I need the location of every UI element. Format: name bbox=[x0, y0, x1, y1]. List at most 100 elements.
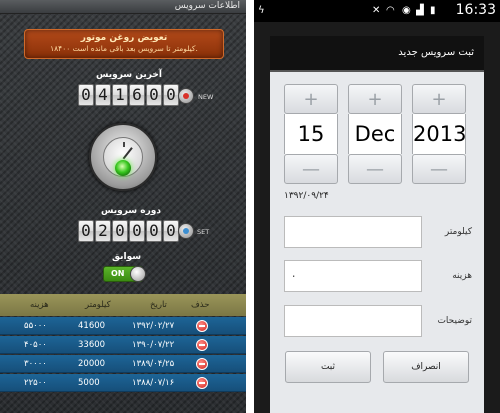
odometer-digit: 0 bbox=[163, 220, 179, 242]
km-label: کیلومتر bbox=[444, 227, 472, 237]
gauge-tick bbox=[123, 142, 125, 147]
day-value[interactable]: 15 bbox=[284, 114, 338, 154]
odometer-digit: 0 bbox=[78, 220, 94, 242]
col-date: تاریخ bbox=[150, 300, 167, 310]
service-info-screen: اطلاعات سرویس تعویض روغن موتور ۱۸۴۰۰ کیل… bbox=[0, 0, 246, 413]
minus-icon: — bbox=[302, 159, 320, 180]
odometer-digit: 0 bbox=[163, 84, 179, 106]
notes-field[interactable] bbox=[284, 305, 422, 337]
new-service-dialog: + 15 — + Dec — + 2013 — ۱۳۹۲/۰۹/۲۴ کیلوم… bbox=[270, 72, 484, 413]
plus-icon: + bbox=[431, 89, 447, 110]
dnd-icon: ◉ bbox=[402, 5, 411, 16]
signal-icon: ▟ bbox=[416, 5, 424, 16]
notes-label: توضیحات bbox=[437, 316, 472, 326]
warning-text: ۱۸۴۰۰ کیلومتر تا سرویس بعد باقی مانده اس… bbox=[50, 44, 198, 53]
cost-label: هزینه bbox=[452, 271, 472, 281]
new-service-button[interactable] bbox=[178, 88, 194, 104]
km-field[interactable] bbox=[284, 216, 422, 248]
col-km: کیلومتر bbox=[85, 300, 111, 310]
wifi-icon: ◠ bbox=[386, 5, 395, 16]
service-gauge bbox=[89, 123, 157, 191]
save-button[interactable]: ثبت bbox=[285, 351, 371, 383]
battery-icon: ▮ bbox=[430, 5, 436, 16]
row-cost: ۴۰۵۰۰ bbox=[24, 339, 47, 350]
status-led-icon bbox=[115, 160, 131, 176]
plus-icon: + bbox=[303, 89, 319, 110]
service-warning-panel: تعویض روغن موتور ۱۸۴۰۰ کیلومتر تا سرویس … bbox=[24, 29, 224, 59]
odometer-digit: 1 bbox=[112, 84, 128, 106]
odometer-digit: 4 bbox=[95, 84, 111, 106]
col-cost: هزینه bbox=[30, 300, 49, 310]
odometer-digit: 0 bbox=[112, 220, 128, 242]
row-km: 41600 bbox=[78, 320, 106, 331]
row-date: ۱۳۸۸/۰۷/۱۶ bbox=[132, 377, 175, 388]
minus-icon: — bbox=[366, 159, 384, 180]
month-picker: + Dec — bbox=[348, 84, 402, 184]
delete-row-icon[interactable] bbox=[196, 358, 208, 370]
last-service-odometer[interactable]: 041600 bbox=[78, 84, 179, 106]
usb-icon: ϟ bbox=[258, 5, 265, 16]
minus-icon: — bbox=[430, 159, 448, 180]
toggle-state: ON bbox=[111, 269, 125, 278]
dialog-title-bar: ثبت سرویس جدید bbox=[270, 36, 484, 72]
silent-icon: ✕ bbox=[372, 5, 381, 16]
service-period-label: دوره سرویس bbox=[101, 206, 161, 216]
notes-input[interactable] bbox=[285, 306, 421, 336]
row-date: ۱۳۹۲/۰۲/۲۷ bbox=[132, 320, 175, 331]
gauge-needle bbox=[122, 147, 133, 160]
delete-row-icon[interactable] bbox=[196, 320, 208, 332]
row-cost: ۵۵۰۰۰ bbox=[24, 320, 47, 331]
year-decrement-button[interactable]: — bbox=[412, 154, 466, 184]
service-period-odometer[interactable]: 020000 bbox=[78, 220, 179, 242]
odometer-digit: 2 bbox=[95, 220, 111, 242]
toggle-knob-icon[interactable] bbox=[130, 266, 146, 282]
delete-row-icon[interactable] bbox=[196, 377, 208, 389]
title-bar: اطلاعات سرویس bbox=[0, 0, 246, 14]
year-picker: + 2013 — bbox=[412, 84, 466, 184]
status-bar: ϟ ✕ ◠ ◉ ▟ ▮ 16:33 bbox=[254, 0, 500, 22]
cost-field[interactable] bbox=[284, 260, 422, 292]
cancel-button[interactable]: انصراف bbox=[383, 351, 469, 383]
hijri-date: ۱۳۹۲/۰۹/۲۴ bbox=[284, 191, 329, 201]
dialog-title: ثبت سرویس جدید bbox=[398, 47, 474, 58]
row-date: ۱۳۸۹/۰۴/۲۵ bbox=[132, 358, 175, 369]
delete-row-icon[interactable] bbox=[196, 339, 208, 351]
month-increment-button[interactable]: + bbox=[348, 84, 402, 114]
history-toggle[interactable]: ON bbox=[103, 266, 146, 282]
row-cost: ۳۰۰۰۰ bbox=[24, 358, 47, 369]
table-row[interactable]: ۱۳۹۰/۰۷/۲۲ 33600 ۴۰۵۰۰ bbox=[0, 336, 246, 354]
km-input[interactable] bbox=[285, 217, 421, 247]
table-row[interactable]: ۱۳۸۹/۰۴/۲۵ 20000 ۳۰۰۰۰ bbox=[0, 355, 246, 373]
table-row[interactable]: ۱۳۸۸/۰۷/۱۶ 5000 ۲۲۵۰۰ bbox=[0, 374, 246, 392]
col-delete: حذف bbox=[191, 300, 210, 310]
cost-input[interactable] bbox=[285, 261, 421, 291]
odometer-digit: 0 bbox=[78, 84, 94, 106]
odometer-digit: 6 bbox=[129, 84, 145, 106]
day-decrement-button[interactable]: — bbox=[284, 154, 338, 184]
new-button-label: NEW bbox=[198, 93, 214, 101]
row-cost: ۲۲۵۰۰ bbox=[24, 377, 47, 388]
odometer-digit: 0 bbox=[146, 84, 162, 106]
table-row[interactable]: ۱۳۹۲/۰۲/۲۷ 41600 ۵۵۰۰۰ bbox=[0, 317, 246, 335]
odometer-digit: 0 bbox=[146, 220, 162, 242]
warning-title: تعویض روغن موتور bbox=[80, 33, 168, 43]
month-value[interactable]: Dec bbox=[348, 114, 402, 154]
screen-title: اطلاعات سرویس bbox=[174, 1, 240, 11]
set-period-button[interactable] bbox=[178, 223, 194, 239]
day-increment-button[interactable]: + bbox=[284, 84, 338, 114]
history-table-header: حذف تاریخ کیلومتر هزینه bbox=[0, 294, 246, 316]
row-date: ۱۳۹۰/۰۷/۲۲ bbox=[132, 339, 175, 350]
last-service-label: آخرین سرویس bbox=[96, 70, 162, 80]
year-increment-button[interactable]: + bbox=[412, 84, 466, 114]
day-picker: + 15 — bbox=[284, 84, 338, 184]
clock: 16:33 bbox=[455, 2, 496, 18]
set-button-label: SET bbox=[197, 228, 210, 236]
row-km: 5000 bbox=[78, 377, 100, 388]
new-service-screen: ϟ ✕ ◠ ◉ ▟ ▮ 16:33 ثبت سرویس جدید + 15 — … bbox=[254, 0, 500, 413]
row-km: 20000 bbox=[78, 358, 106, 369]
month-decrement-button[interactable]: — bbox=[348, 154, 402, 184]
plus-icon: + bbox=[367, 89, 383, 110]
year-value[interactable]: 2013 bbox=[412, 114, 466, 154]
odometer-digit: 0 bbox=[129, 220, 145, 242]
row-km: 33600 bbox=[78, 339, 106, 350]
